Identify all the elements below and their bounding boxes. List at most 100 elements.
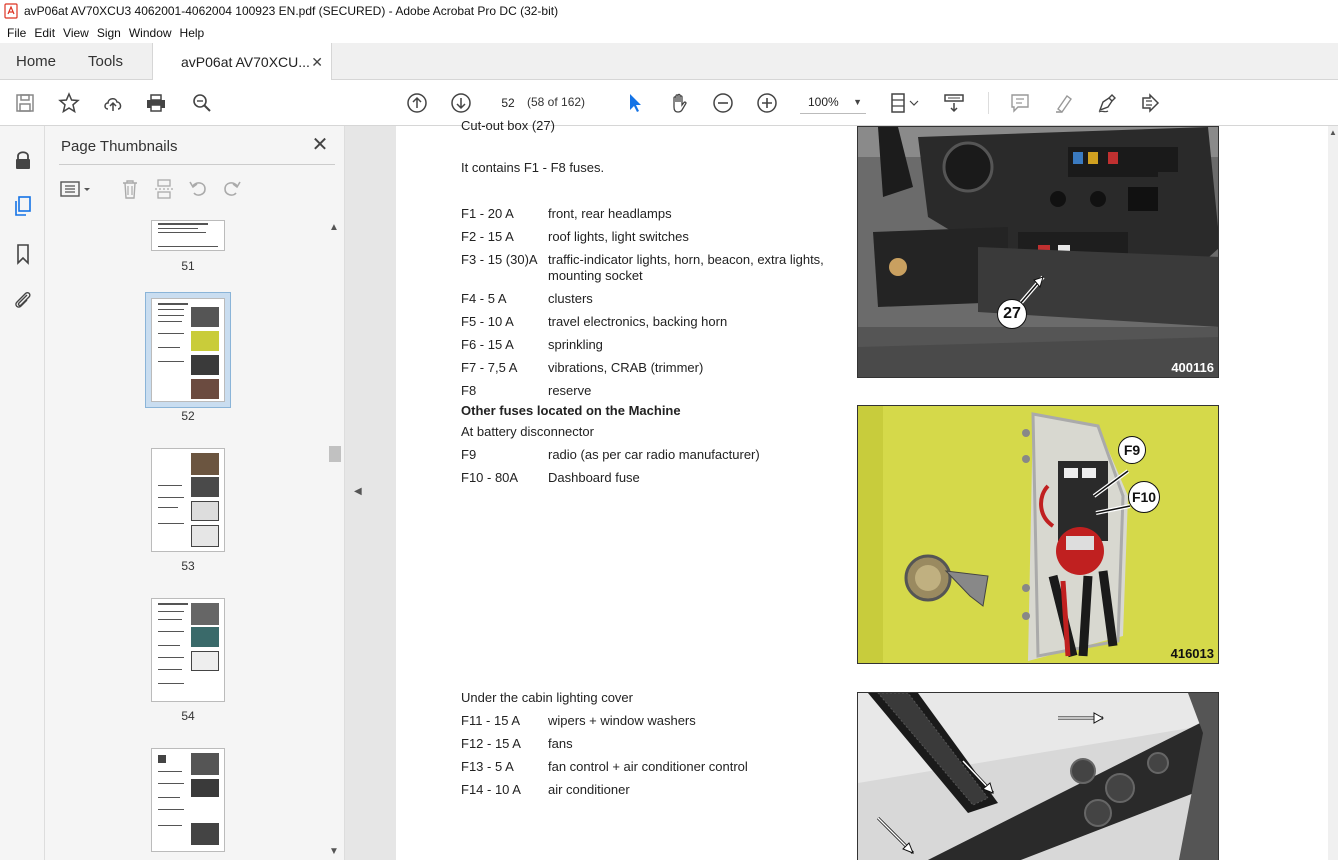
fuse-description: reserve xyxy=(548,383,592,398)
title-bar: avP06at AV70XCU3 4062001-4062004 100923 … xyxy=(0,0,1338,22)
scroll-down-icon[interactable]: ▼ xyxy=(329,846,339,857)
thumbnail-page-55[interactable] xyxy=(151,748,225,852)
upload-cloud-icon[interactable] xyxy=(101,91,125,115)
fuse-code: F1 - 20 A xyxy=(461,206,514,221)
document-scrollbar[interactable]: ▲ xyxy=(1328,126,1338,860)
zoom-level-select[interactable]: 100% ▼ xyxy=(800,90,866,114)
thumbnail-page-51[interactable] xyxy=(151,220,225,251)
fuse-code: F7 - 7,5 A xyxy=(461,360,518,375)
tab-bar: Home Tools avP06at AV70XCU... ✕ xyxy=(0,43,1338,81)
acrobat-icon xyxy=(4,3,18,19)
fuse-description: fan control + air conditioner control xyxy=(548,759,748,774)
select-cursor-icon[interactable] xyxy=(623,91,647,115)
tab-document[interactable]: avP06at AV70XCU... ✕ xyxy=(152,43,332,81)
page-fit-icon[interactable] xyxy=(888,91,922,115)
thumbnail-scrollbar[interactable]: ▲ ▼ xyxy=(327,220,341,860)
thumbnail-label: 52 xyxy=(181,409,195,423)
pdf-page: Cut-out box (27) It contains F1 - F8 fus… xyxy=(396,118,1330,860)
fuse-code: F4 - 5 A xyxy=(461,291,507,306)
next-page-icon[interactable] xyxy=(449,91,473,115)
close-panel-icon[interactable]: ✕ xyxy=(309,134,331,156)
photo-reference-number: 400116 xyxy=(1171,360,1214,375)
toolbar: 52 (58 of 162) 100% ▼ xyxy=(0,80,1338,126)
fuse-description-continued: mounting socket xyxy=(548,268,643,283)
fuse-description: traffic-indicator lights, horn, beacon, … xyxy=(548,252,824,267)
menu-edit[interactable]: Edit xyxy=(30,26,59,40)
menu-window[interactable]: Window xyxy=(125,26,176,40)
battery-disconnector-photo: F9 F10 416013 xyxy=(857,405,1219,664)
fuse-code: F5 - 10 A xyxy=(461,314,514,329)
navigation-rail xyxy=(0,126,45,860)
fill-sign-icon[interactable] xyxy=(1095,91,1119,115)
rotate-right-icon[interactable] xyxy=(221,178,243,200)
collapse-panel-icon[interactable]: ◀ xyxy=(354,486,362,497)
thumbnail-list: 51 52 53 54 xyxy=(45,220,327,860)
fuse-description: vibrations, CRAB (trimmer) xyxy=(548,360,704,375)
thumbnail-label: 54 xyxy=(181,709,195,723)
attachments-icon[interactable] xyxy=(11,288,35,312)
menu-bar: File Edit View Sign Window Help xyxy=(0,22,1338,43)
scroll-up-icon[interactable]: ▲ xyxy=(1329,128,1337,137)
lock-icon[interactable] xyxy=(11,148,35,172)
bookmark-star-icon[interactable] xyxy=(57,91,81,115)
thumbnail-options-icon[interactable] xyxy=(59,178,93,200)
comment-icon[interactable] xyxy=(1008,91,1032,115)
menu-view[interactable]: View xyxy=(59,26,93,40)
fuse-code: F12 - 15 A xyxy=(461,736,521,751)
previous-page-icon[interactable] xyxy=(405,91,429,115)
thumbnail-label: 53 xyxy=(181,559,195,573)
fuse-description: Dashboard fuse xyxy=(548,470,640,485)
highlight-pen-icon[interactable] xyxy=(1052,91,1076,115)
rotate-left-icon[interactable] xyxy=(187,178,209,200)
print-icon[interactable] xyxy=(144,91,168,115)
fuse-code: F3 - 15 (30)A xyxy=(461,252,538,267)
intro-text: It contains F1 - F8 fuses. xyxy=(461,160,605,175)
zoom-search-icon[interactable] xyxy=(190,91,214,115)
fuse-description: sprinkling xyxy=(548,337,603,352)
close-tab-icon[interactable]: ✕ xyxy=(311,54,323,71)
hand-tool-icon[interactable] xyxy=(667,91,691,115)
scroll-thumb[interactable] xyxy=(329,446,341,462)
callout-f9: F9 xyxy=(1118,436,1146,464)
fuse-description: roof lights, light switches xyxy=(548,229,689,244)
delete-page-icon[interactable] xyxy=(119,178,141,200)
page-number-input[interactable]: 52 xyxy=(494,90,522,114)
menu-file[interactable]: File xyxy=(3,26,30,40)
redact-icon[interactable] xyxy=(1139,91,1163,115)
fuse-code: F10 - 80A xyxy=(461,470,519,485)
panel-divider xyxy=(59,164,335,165)
bookmarks-icon[interactable] xyxy=(11,242,35,266)
fuse-code: F6 - 15 A xyxy=(461,337,514,352)
cabin-heading: Under the cabin lighting cover xyxy=(461,690,633,705)
other-fuses-heading: Other fuses located on the Machine xyxy=(461,403,681,418)
thumbnail-page-53[interactable] xyxy=(151,448,225,552)
window-title: avP06at AV70XCU3 4062001-4062004 100923 … xyxy=(24,4,559,18)
page-thumbnails-icon[interactable] xyxy=(11,194,35,218)
page-count: (58 of 162) xyxy=(527,95,586,109)
save-icon[interactable] xyxy=(13,91,37,115)
menu-help[interactable]: Help xyxy=(176,26,209,40)
callout-f10: F10 xyxy=(1128,481,1160,513)
scroll-up-icon[interactable]: ▲ xyxy=(329,222,339,233)
callout-27: 27 xyxy=(997,299,1027,329)
fuse-description: travel electronics, backing horn xyxy=(548,314,728,329)
scroll-mode-icon[interactable] xyxy=(942,91,966,115)
thumbnail-page-54[interactable] xyxy=(151,598,225,702)
fuse-description: clusters xyxy=(548,291,593,306)
tab-home[interactable]: Home xyxy=(16,43,56,80)
thumbnail-page-52[interactable] xyxy=(151,298,225,402)
zoom-level-value: 100% xyxy=(808,95,839,109)
zoom-in-icon[interactable] xyxy=(755,91,779,115)
toolbar-separator xyxy=(988,92,989,114)
zoom-out-icon[interactable] xyxy=(711,91,735,115)
tab-tools[interactable]: Tools xyxy=(88,43,123,80)
photo-reference-number: 416013 xyxy=(1170,646,1214,661)
page-thumbnails-panel: Page Thumbnails ✕ 51 52 53 54 ▲ ▼ xyxy=(45,126,345,860)
dashboard-fuse-photo: 27 400116 xyxy=(857,126,1219,378)
menu-sign[interactable]: Sign xyxy=(93,26,125,40)
extract-pages-icon[interactable] xyxy=(153,178,175,200)
fuse-code: F11 - 15 A xyxy=(461,713,521,728)
thumbnail-label: 51 xyxy=(181,259,195,273)
fuse-code: F2 - 15 A xyxy=(461,229,514,244)
thumbnail-tools xyxy=(59,176,339,202)
